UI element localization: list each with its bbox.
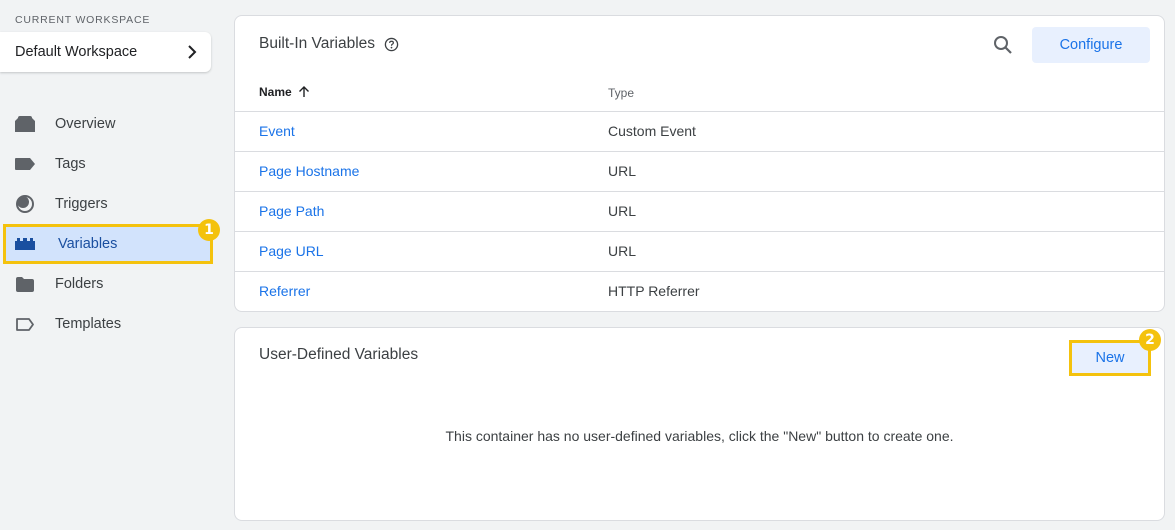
variable-type: Custom Event (608, 123, 696, 139)
builtin-variables-title: Built-In Variables (259, 35, 399, 53)
variable-type: URL (608, 243, 637, 259)
builtin-variables-table: Event Custom Event Page Hostname URL Pag… (235, 112, 1164, 312)
column-header-label: Name (259, 85, 292, 99)
trigger-icon (15, 194, 35, 214)
sidebar-item-label: Tags (55, 156, 86, 172)
column-header-name[interactable]: Name (259, 85, 310, 99)
user-defined-variables-title: User-Defined Variables (259, 346, 419, 363)
new-variable-button[interactable]: New (1072, 343, 1148, 373)
table-row: Page Path URL (235, 192, 1164, 232)
variable-name-link[interactable]: Page URL (259, 243, 324, 259)
overview-icon (15, 114, 35, 134)
sidebar-nav: Overview Tags Triggers Variables 1 Folde… (0, 104, 224, 344)
empty-state-message: This container has no user-defined varia… (445, 428, 954, 444)
search-icon[interactable] (992, 34, 1014, 56)
step-badge: 1 (198, 219, 220, 241)
table-row: Page URL URL (235, 232, 1164, 272)
tag-icon (15, 154, 35, 174)
sidebar-item-folders[interactable]: Folders (0, 264, 224, 304)
variable-type: URL (608, 203, 637, 219)
user-defined-variables-card: User-Defined Variables New 2 This contai… (234, 327, 1165, 521)
sidebar-item-label: Overview (55, 116, 116, 132)
sidebar-item-triggers[interactable]: Triggers (0, 184, 224, 224)
builtin-variables-card: Built-In Variables Configure Name Type E… (234, 15, 1165, 312)
sidebar-item-variables[interactable]: Variables 1 (3, 219, 220, 264)
chevron-right-icon (188, 45, 197, 59)
sidebar: CURRENT WORKSPACE Default Workspace Over… (0, 0, 224, 530)
sidebar-item-tags[interactable]: Tags (0, 144, 224, 184)
variable-type: URL (608, 163, 637, 179)
new-button-highlight: New 2 (1069, 329, 1161, 376)
sidebar-item-templates[interactable]: Templates (0, 304, 224, 344)
variables-icon (15, 234, 35, 254)
variable-name-link[interactable]: Event (259, 123, 295, 139)
arrow-up-icon (298, 86, 309, 97)
table-row: Event Custom Event (235, 112, 1164, 152)
template-icon (15, 314, 35, 334)
sidebar-item-label: Triggers (55, 196, 108, 212)
table-header: Name Type (235, 76, 1164, 112)
card-title-text: Built-In Variables (259, 35, 376, 52)
table-row: Page Hostname URL (235, 152, 1164, 192)
workspace-selector[interactable]: Default Workspace (0, 32, 211, 72)
workspace-label: CURRENT WORKSPACE (15, 14, 151, 26)
variable-type: HTTP Referrer (608, 283, 700, 299)
workspace-name: Default Workspace (15, 44, 138, 60)
column-header-type[interactable]: Type (608, 86, 634, 100)
sidebar-item-overview[interactable]: Overview (0, 104, 224, 144)
table-row: Referrer HTTP Referrer (235, 272, 1164, 312)
help-icon[interactable] (384, 37, 399, 52)
sidebar-item-label: Folders (55, 276, 104, 292)
step-badge: 2 (1139, 329, 1161, 351)
variable-name-link[interactable]: Page Hostname (259, 163, 359, 179)
configure-button[interactable]: Configure (1032, 27, 1150, 63)
variable-name-link[interactable]: Page Path (259, 203, 324, 219)
sidebar-item-label: Templates (55, 316, 122, 332)
folder-icon (15, 274, 35, 294)
variable-name-link[interactable]: Referrer (259, 283, 310, 299)
sidebar-item-label: Variables (58, 236, 118, 252)
